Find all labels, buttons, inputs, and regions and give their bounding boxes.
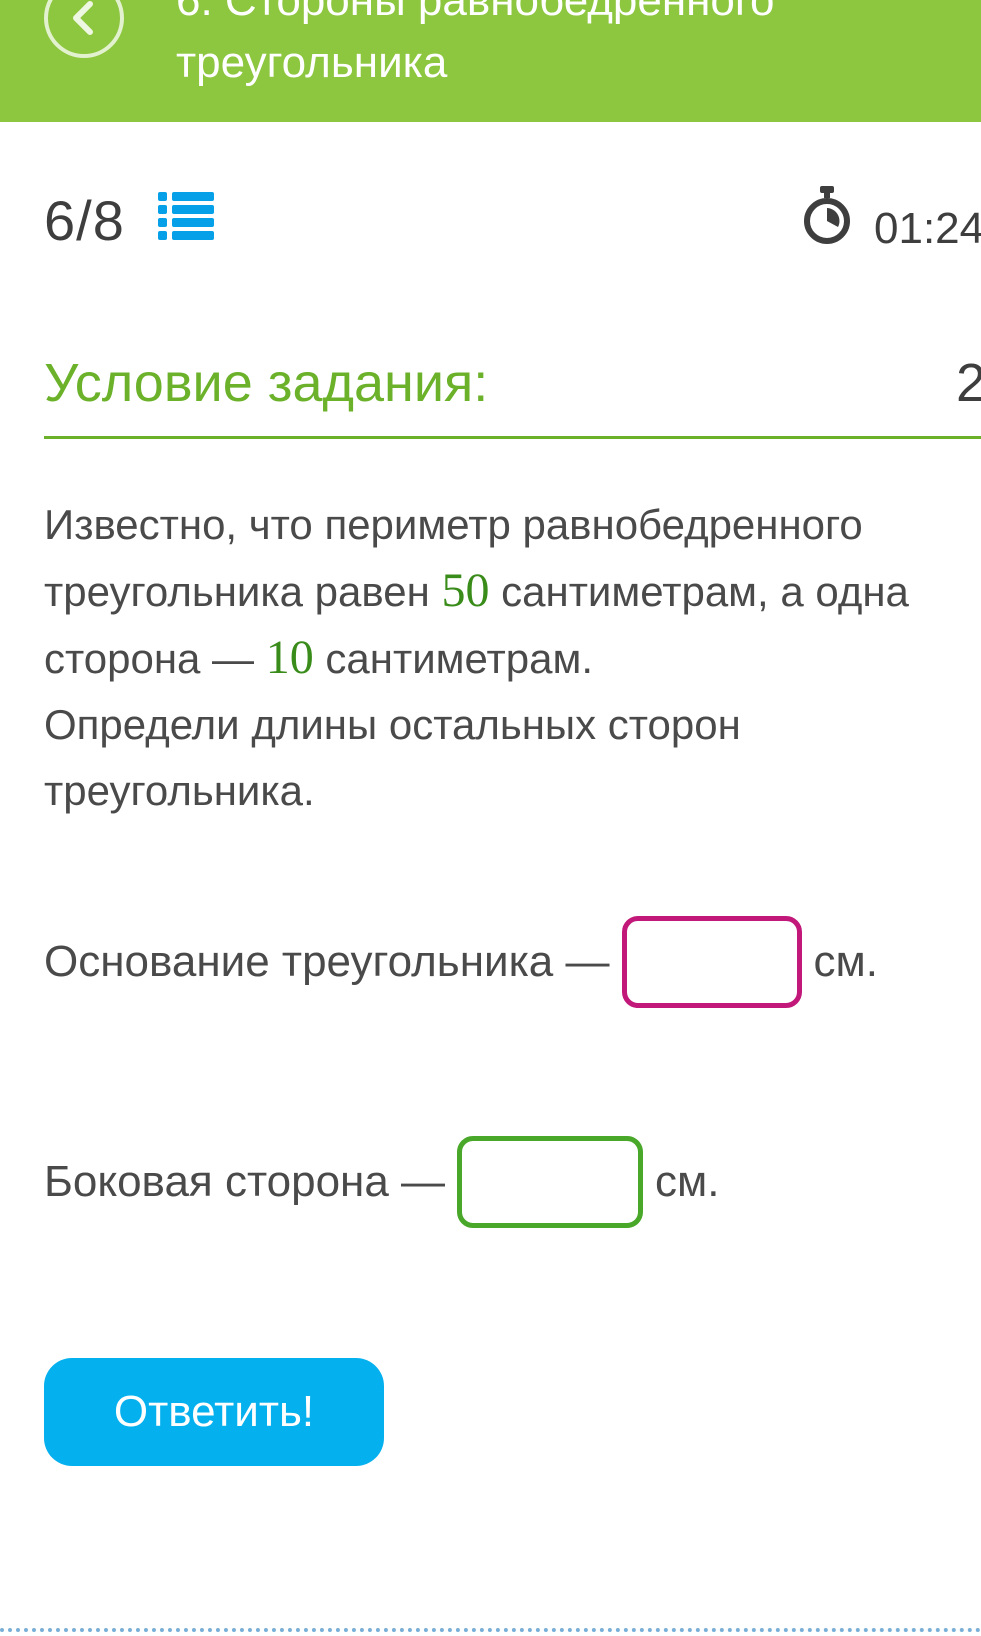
- back-button[interactable]: [44, 0, 124, 58]
- section-title: Условие задания:: [44, 353, 489, 413]
- task-question: Определи длины остальных сторон треуголь…: [44, 701, 741, 814]
- side-value: 10: [265, 631, 314, 684]
- side-label: Боковая сторона —: [44, 1157, 446, 1206]
- side-answer-row: Боковая сторона — см.: [44, 1132, 720, 1232]
- side-unit: см.: [655, 1157, 720, 1206]
- timer-value: 01:24: [874, 204, 981, 253]
- task-text: Известно, что периметр равнобедренного т…: [44, 492, 964, 824]
- base-unit: см.: [813, 937, 878, 986]
- submit-button[interactable]: Ответить!: [44, 1358, 384, 1466]
- page-title: 6. Стороны равнобедренного треугольника: [176, 0, 775, 87]
- list-icon[interactable]: [158, 192, 214, 242]
- bottom-divider: [0, 1628, 981, 1632]
- points-value: 2: [956, 353, 981, 413]
- progress-counter: 6/8: [44, 189, 125, 252]
- chevron-left-icon: [73, 1, 93, 35]
- base-answer-row: Основание треугольника — см.: [44, 912, 878, 1012]
- base-input[interactable]: [621, 916, 802, 1008]
- side-input[interactable]: [457, 1136, 644, 1228]
- task-text-part: сантиметрам.: [313, 635, 593, 682]
- top-bar: 6. Стороны равнобедренного треугольника: [0, 0, 981, 122]
- base-label: Основание треугольника —: [44, 937, 610, 986]
- perimeter-value: 50: [441, 564, 490, 617]
- section-divider: [44, 436, 981, 439]
- stopwatch-icon: [804, 186, 850, 244]
